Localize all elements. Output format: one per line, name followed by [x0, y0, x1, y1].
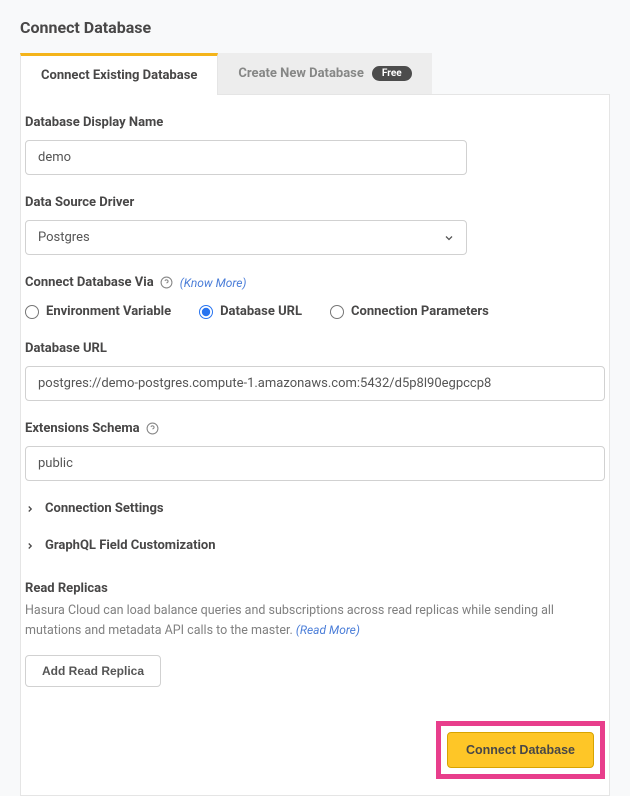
read-replicas-desc-text: Hasura Cloud can load balance queries an… [25, 603, 554, 638]
know-more-link[interactable]: (Know More) [180, 276, 247, 290]
radio-conn-params-input[interactable] [330, 305, 344, 319]
chevron-right-icon [25, 541, 35, 551]
free-badge: Free [372, 66, 412, 81]
radio-env-var[interactable]: Environment Variable [25, 304, 171, 319]
graphql-custom-toggle[interactable]: GraphQL Field Customization [21, 538, 609, 553]
tab-existing-label: Connect Existing Database [41, 68, 197, 83]
label-driver: Data Source Driver [25, 195, 467, 210]
label-display-name: Database Display Name [25, 115, 467, 130]
field-db-url: Database URL [21, 341, 609, 401]
ext-schema-input[interactable] [25, 446, 605, 481]
label-connect-via: Connect Database Via [25, 275, 154, 290]
help-icon[interactable] [146, 422, 160, 436]
field-connect-via: Connect Database Via (Know More) [21, 275, 609, 290]
radio-db-url-label: Database URL [220, 304, 302, 319]
form-panel: Database Display Name Data Source Driver… [20, 95, 610, 796]
page-title: Connect Database [20, 18, 610, 37]
footer: Connect Database [21, 707, 609, 779]
highlight-box: Connect Database [436, 721, 605, 779]
radio-db-url-input[interactable] [199, 305, 213, 319]
radio-db-url[interactable]: Database URL [199, 304, 302, 319]
connect-database-button[interactable]: Connect Database [447, 732, 594, 768]
tab-create[interactable]: Create New Database Free [218, 53, 431, 94]
db-url-input[interactable] [25, 366, 605, 401]
read-replicas-desc: Hasura Cloud can load balance queries an… [21, 602, 609, 641]
field-driver: Data Source Driver Postgres [21, 195, 471, 255]
chevron-right-icon [25, 504, 35, 514]
connect-via-radio-group: Environment Variable Database URL Connec… [21, 304, 609, 319]
tabs: Connect Existing Database Create New Dat… [20, 53, 610, 95]
read-replicas-title: Read Replicas [21, 581, 609, 596]
field-display-name: Database Display Name [21, 115, 471, 175]
help-icon[interactable] [160, 276, 174, 290]
connection-settings-toggle[interactable]: Connection Settings [21, 501, 609, 516]
tab-existing[interactable]: Connect Existing Database [20, 53, 218, 95]
connection-settings-label: Connection Settings [45, 501, 164, 516]
tab-create-label: Create New Database [238, 66, 363, 81]
read-more-link[interactable]: (Read More) [296, 623, 360, 637]
field-ext-schema: Extensions Schema [21, 421, 609, 481]
label-ext-schema: Extensions Schema [25, 421, 140, 436]
radio-env-var-input[interactable] [25, 305, 39, 319]
label-db-url: Database URL [25, 341, 605, 356]
display-name-input[interactable] [25, 140, 467, 175]
driver-select[interactable]: Postgres [25, 220, 467, 255]
graphql-custom-label: GraphQL Field Customization [45, 538, 216, 553]
radio-conn-params[interactable]: Connection Parameters [330, 304, 489, 319]
radio-env-var-label: Environment Variable [46, 304, 171, 319]
radio-conn-params-label: Connection Parameters [351, 304, 489, 319]
add-read-replica-button[interactable]: Add Read Replica [25, 655, 161, 687]
